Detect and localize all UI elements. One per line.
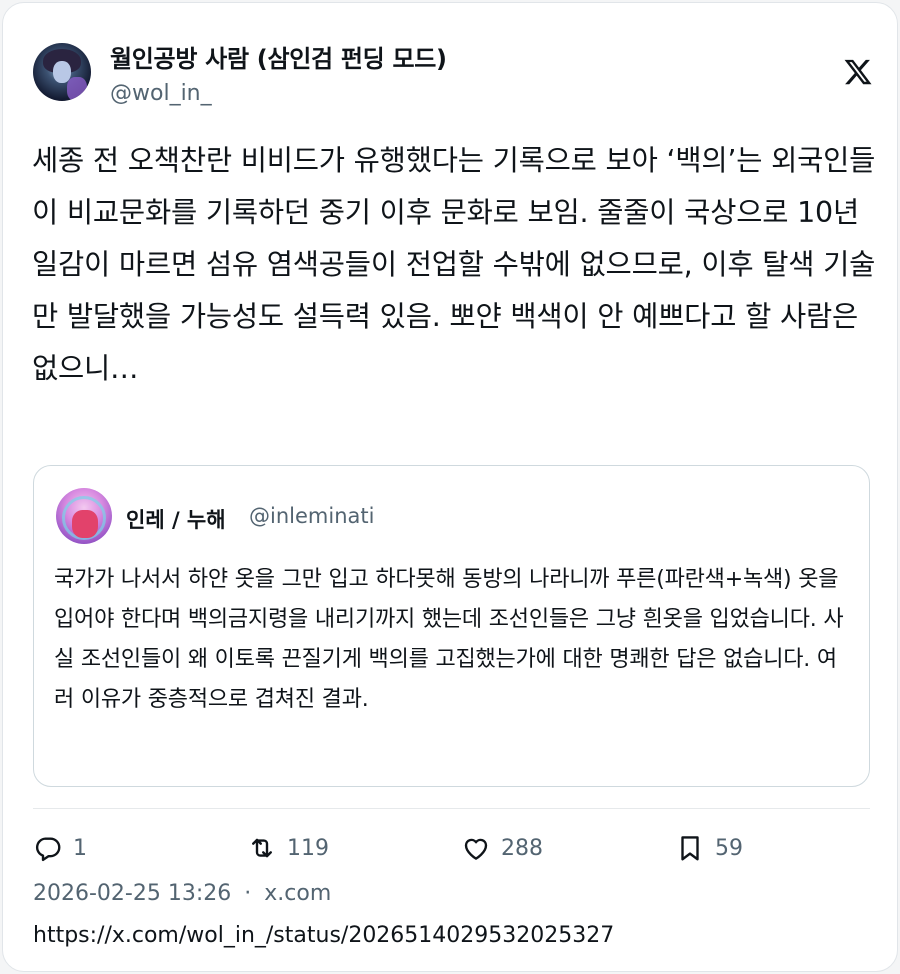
bookmark-icon [681,836,699,861]
timestamp[interactable]: 2026-02-25 13:26 [33,881,231,906]
bookmark-count: 59 [715,835,743,861]
reply-button[interactable]: 1 [33,831,87,865]
quoted-tweet[interactable]: 인레 / 누해 @inleminati 국가가 나서서 하얀 옷을 그만 입고 … [33,465,870,787]
retweet-count: 119 [287,835,329,861]
quoted-author-handle: @inleminati [249,504,375,528]
source: x.com [264,881,332,906]
reply-icon [36,837,61,862]
bookmark-button[interactable]: 59 [675,831,743,865]
like-count: 288 [501,835,543,861]
quoted-author-avatar[interactable] [56,488,112,544]
tweet-url[interactable]: https://x.com/wol_in_/status/20265140295… [33,923,614,948]
meta-separator: · [244,881,252,906]
retweet-icon [252,838,272,858]
tweet-meta: 2026-02-25 13:26 · x.com [33,881,331,906]
retweet-button[interactable]: 119 [247,831,329,865]
author-avatar[interactable] [33,43,91,101]
quoted-author-name: 인레 / 누해 [126,508,226,532]
quoted-tweet-text: 국가가 나서서 하얀 옷을 그만 입고 하다못해 동방의 나라니까 푸른(파란색… [54,567,844,712]
tweet-text: 세종 전 오책찬란 비비드가 유행했다는 기록으로 보아 ‘백의’는 외국인들이… [32,144,876,385]
x-logo-icon[interactable] [843,57,873,87]
tweet-card: 월인공방 사람 (삼인검 펀딩 모드) @wol_in_ 세종 전 오책찬란 비… [2,2,898,972]
heart-icon [464,838,488,860]
like-button[interactable]: 288 [461,831,543,865]
reply-count: 1 [73,835,87,861]
author-handle[interactable]: @wol_in_ [110,81,212,106]
divider [33,808,870,809]
author-name[interactable]: 월인공방 사람 (삼인검 펀딩 모드) [110,39,447,74]
